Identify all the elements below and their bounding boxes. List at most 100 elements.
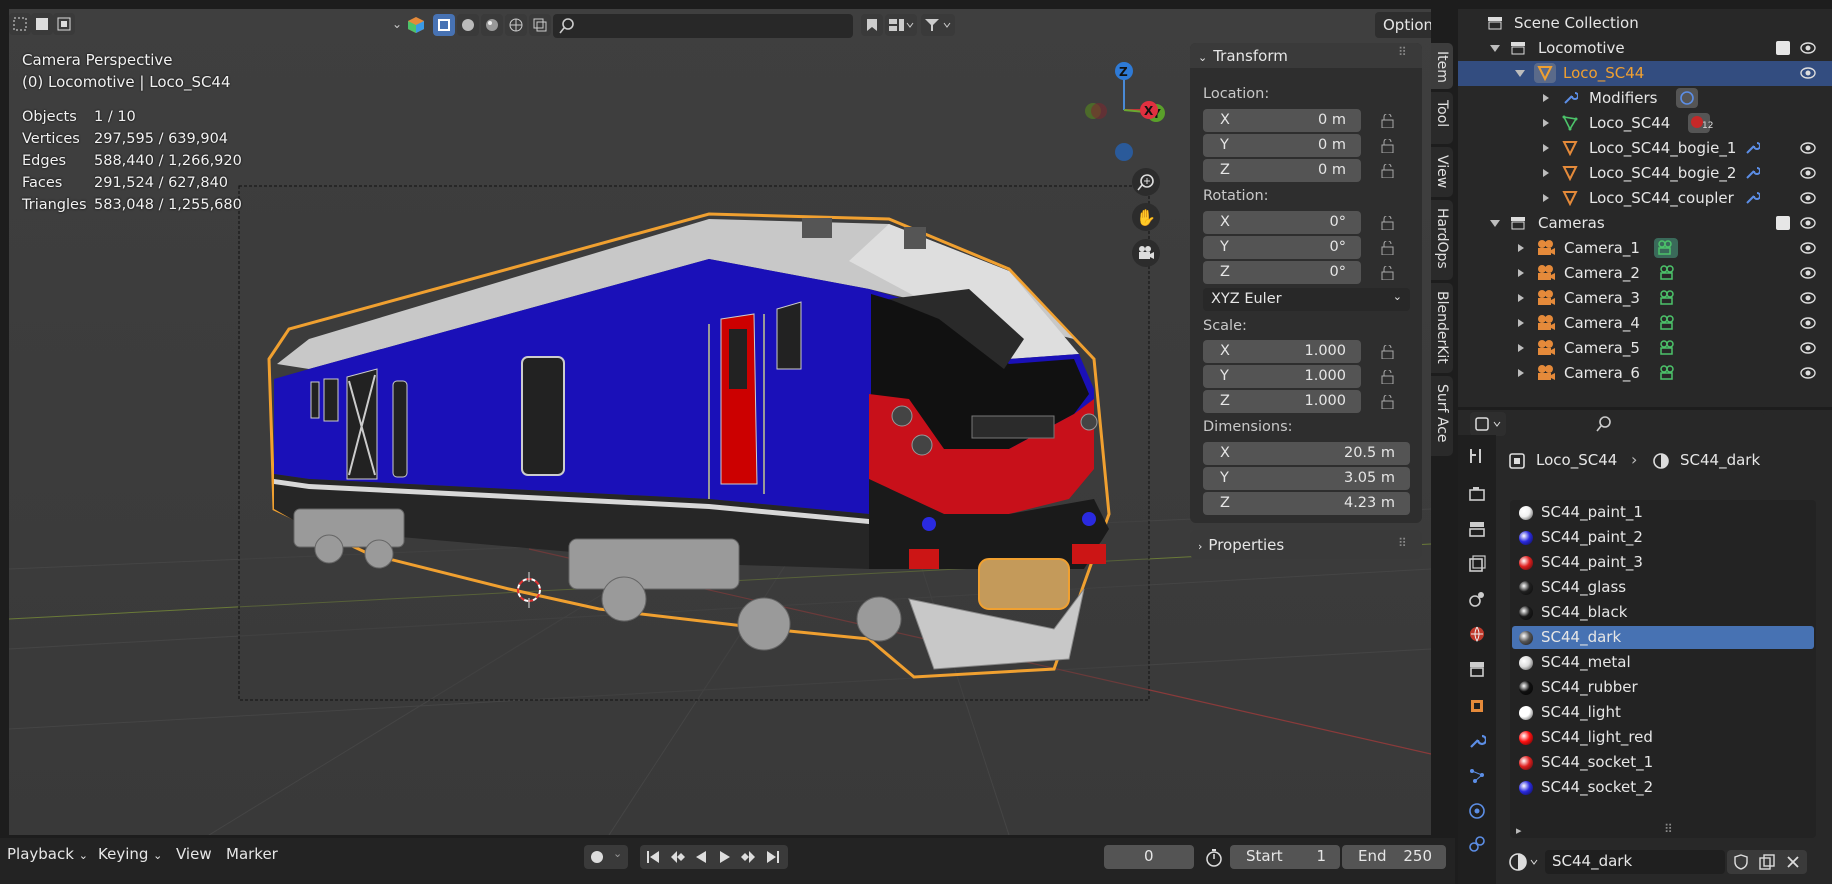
chevron-down-icon[interactable]: ⌄ — [392, 17, 402, 31]
view-menu[interactable]: View — [176, 845, 212, 863]
expand-right-icon[interactable] — [1518, 269, 1524, 277]
eye-icon[interactable] — [1800, 141, 1816, 155]
eye-icon[interactable] — [1800, 366, 1816, 380]
xray-toggle-icon[interactable] — [529, 14, 551, 36]
output-icon[interactable] — [1468, 520, 1486, 538]
layout-icon[interactable] — [885, 14, 917, 36]
rotation-y-field[interactable]: Y 0° — [1203, 236, 1361, 259]
eye-icon[interactable] — [1800, 166, 1816, 180]
lock-icon[interactable] — [1380, 216, 1396, 230]
options-dropdown[interactable]: Options⌄ — [1375, 12, 1431, 38]
camera-data-icon[interactable] — [1654, 238, 1678, 258]
wrench-icon[interactable] — [1744, 165, 1760, 181]
properties-panel-header[interactable]: › Properties ⠿ — [1190, 530, 1422, 559]
scene-icon[interactable] — [1468, 590, 1486, 608]
scale-x-field[interactable]: X 1.000 — [1203, 340, 1361, 363]
expand-right-icon[interactable] — [1543, 94, 1549, 102]
record-button[interactable]: ⌄ — [584, 845, 628, 869]
material-name-field[interactable]: SC44_dark — [1545, 850, 1725, 874]
expand-right-icon[interactable] — [1543, 169, 1549, 177]
material-slot[interactable]: SC44_socket_1 — [1510, 751, 1816, 775]
outliner-object-bogie-2[interactable]: Loco_SC44_bogie_2 — [1458, 161, 1832, 186]
fake-user-shield-icon[interactable] — [1733, 854, 1749, 870]
material-slot[interactable]: SC44_dark — [1510, 626, 1816, 650]
outliner-object-coupler[interactable]: Loco_SC44_coupler — [1458, 186, 1832, 211]
expand-down-icon[interactable] — [1490, 45, 1500, 52]
location-z-field[interactable]: Z 0 m — [1203, 159, 1361, 182]
constraints-icon[interactable] — [1468, 835, 1486, 853]
outliner-scene-collection[interactable]: Scene Collection — [1458, 11, 1832, 36]
drag-handle-icon[interactable]: ⠿ — [1398, 45, 1407, 59]
expand-right-icon[interactable] — [1518, 344, 1524, 352]
bookmark-icon[interactable] — [861, 14, 883, 36]
outliner-mesh-loco-sc44[interactable]: Loco_SC44 12 — [1458, 111, 1832, 136]
select-subtract-icon[interactable] — [53, 13, 75, 35]
checkbox-icon[interactable] — [1776, 216, 1790, 230]
world-icon[interactable] — [1468, 625, 1486, 643]
object-props-icon[interactable] — [1468, 697, 1486, 715]
dimensions-x-field[interactable]: X 20.5 m — [1203, 442, 1410, 465]
camera-data-icon[interactable] — [1656, 313, 1680, 333]
outliner-collection-cameras[interactable]: Cameras — [1458, 211, 1832, 236]
camera-data-icon[interactable] — [1656, 288, 1680, 308]
start-frame-field[interactable]: Start 1 — [1230, 845, 1340, 869]
properties-search-input[interactable] — [1590, 412, 1764, 436]
expand-right-icon[interactable] — [1518, 294, 1524, 302]
material-slot[interactable]: SC44_glass — [1510, 576, 1816, 600]
current-frame-field[interactable]: 0 — [1104, 845, 1194, 869]
material-slot[interactable]: SC44_paint_1 — [1510, 501, 1816, 525]
lock-icon[interactable] — [1380, 345, 1396, 359]
camera-view-icon[interactable] — [1132, 239, 1160, 267]
wrench-icon[interactable] — [1744, 190, 1760, 206]
outliner-camera-1[interactable]: Camera_1 — [1458, 236, 1832, 261]
outliner-collection-locomotive[interactable]: Locomotive — [1458, 36, 1832, 61]
transform-panel-header[interactable]: ⌄ Transform ⠿ — [1190, 43, 1422, 68]
physics-icon[interactable] — [1468, 802, 1486, 820]
outliner-object-bogie-1[interactable]: Loco_SC44_bogie_1 — [1458, 136, 1832, 161]
wrench-icon[interactable] — [1744, 140, 1760, 156]
camera-data-icon[interactable] — [1656, 338, 1680, 358]
expand-right-icon[interactable] — [1518, 369, 1524, 377]
view-layer-icon[interactable] — [1468, 555, 1486, 573]
expand-down-icon[interactable] — [1490, 220, 1500, 227]
play-reverse-icon[interactable] — [694, 850, 708, 864]
filter-icon[interactable] — [921, 14, 955, 36]
outliner-camera-6[interactable]: Camera_6 — [1458, 361, 1832, 386]
outliner-camera-3[interactable]: Camera_3 — [1458, 286, 1832, 311]
expand-right-icon[interactable] — [1543, 119, 1549, 127]
tab-blenderkit[interactable]: BlenderKit — [1431, 283, 1453, 373]
play-icon[interactable] — [718, 850, 732, 864]
checkbox-icon[interactable] — [1776, 41, 1790, 55]
material-browse-button[interactable] — [1508, 850, 1546, 874]
material-slot[interactable]: SC44_rubber — [1510, 676, 1816, 700]
playback-menu[interactable]: Playback ⌄ — [7, 845, 88, 863]
particles-icon[interactable] — [1468, 767, 1486, 785]
select-box-icon[interactable] — [9, 13, 31, 35]
material-slot[interactable]: SC44_metal — [1510, 651, 1816, 675]
duplicate-icon[interactable] — [1759, 854, 1775, 870]
expand-right-icon[interactable]: ▸ — [1516, 824, 1522, 837]
expand-right-icon[interactable] — [1543, 194, 1549, 202]
select-extend-icon[interactable] — [31, 13, 53, 35]
close-icon[interactable] — [1785, 854, 1801, 870]
eye-icon[interactable] — [1800, 266, 1816, 280]
next-keyframe-icon[interactable] — [740, 850, 756, 864]
material-count-icon[interactable]: 12 — [1688, 113, 1713, 133]
marker-menu[interactable]: Marker — [226, 845, 278, 863]
prev-keyframe-icon[interactable] — [670, 850, 686, 864]
jump-start-icon[interactable] — [646, 850, 660, 864]
dimensions-z-field[interactable]: Z 4.23 m — [1203, 492, 1410, 515]
render-icon[interactable] — [1468, 485, 1486, 503]
rotation-z-field[interactable]: Z 0° — [1203, 261, 1361, 284]
lock-icon[interactable] — [1380, 139, 1396, 153]
object-gizmo-icon[interactable] — [407, 16, 425, 34]
eye-icon[interactable] — [1800, 241, 1816, 255]
expand-right-icon[interactable] — [1518, 244, 1524, 252]
pan-hand-icon[interactable]: ✋ — [1132, 203, 1160, 231]
material-slot[interactable]: SC44_light — [1510, 701, 1816, 725]
tab-surf-ace[interactable]: Surf Ace — [1431, 376, 1453, 456]
rotation-x-field[interactable]: X 0° — [1203, 211, 1361, 234]
eye-icon[interactable] — [1800, 191, 1816, 205]
material-slot[interactable]: SC44_light_red — [1510, 726, 1816, 750]
lock-icon[interactable] — [1380, 370, 1396, 384]
